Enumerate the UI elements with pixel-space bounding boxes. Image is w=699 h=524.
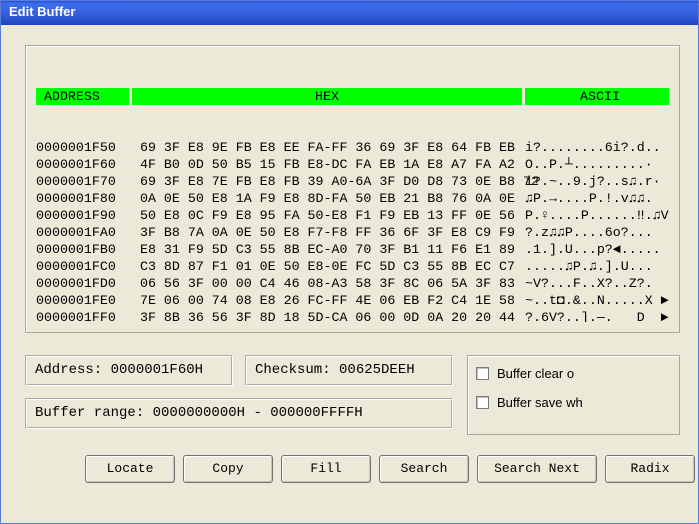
buffer-clear-row[interactable]: Buffer clear o: [476, 366, 671, 381]
button-row: Locate Copy Fill Search Search Next Radi…: [85, 455, 680, 483]
range-value: 0000000000H - 000000FFFFH: [153, 405, 363, 421]
address-value: 0000001F60H: [111, 362, 203, 378]
cell-ascii: ?.6V?..].—. D ►: [525, 309, 669, 322]
hex-row[interactable]: 0000001FB0 E8 31 F9 5D C3 55 8B EC-A0 70…: [36, 241, 669, 258]
hex-view[interactable]: ADDRESS HEX ASCII 0000001F50 69 3F E8 9E…: [36, 54, 669, 322]
checksum-label: Checksum:: [255, 362, 339, 378]
checksum-value: 00625DEEH: [339, 362, 415, 378]
buffer-range-field: Buffer range: 0000000000H - 000000FFFFH: [25, 398, 453, 429]
cell-hex: 7E 06 00 74 08 E8 26 FC-FF 4E 06 EB F2 C…: [132, 292, 522, 309]
cell-ascii: O..P.┴.........·: [525, 156, 669, 173]
header-ascii: ASCII: [525, 88, 669, 105]
hex-row[interactable]: 0000001F60 4F B0 0D 50 B5 15 FB E8-DC FA…: [36, 156, 669, 173]
cell-address: 0000001F70: [36, 173, 129, 190]
cell-hex: 3F 8B 36 56 3F 8D 18 5D-CA 06 00 0D 0A 2…: [132, 309, 522, 322]
cell-hex: 69 3F E8 9E FB E8 EE FA-FF 36 69 3F E8 6…: [132, 139, 522, 156]
edit-buffer-window: Edit Buffer ADDRESS HEX ASCII 0000001F50…: [0, 0, 699, 524]
cell-ascii: ?.z♫♫P....6o?...: [525, 224, 669, 241]
cell-ascii: .....♫P.♫.].U...: [525, 258, 669, 275]
window-title: Edit Buffer: [9, 4, 75, 19]
cell-hex: 4F B0 0D 50 B5 15 FB E8-DC FA EB 1A E8 A…: [132, 156, 522, 173]
cell-hex: 69 3F E8 7E FB E8 FB 39 A0-6A 3F D0 D8 7…: [132, 173, 522, 190]
fill-button[interactable]: Fill: [281, 455, 371, 483]
hex-panel: ADDRESS HEX ASCII 0000001F50 69 3F E8 9E…: [25, 45, 680, 333]
header-address: ADDRESS: [36, 88, 129, 105]
search-next-button[interactable]: Search Next: [477, 455, 597, 483]
cell-ascii: ♫P.→....P.!.v♫♫.: [525, 190, 669, 207]
cell-hex: 3F B8 7A 0A 0E 50 E8 F7-F8 FF 36 6F 3F E…: [132, 224, 522, 241]
cell-hex: C3 8D 87 F1 01 0E 50 E8-0E FC 5D C3 55 8…: [132, 258, 522, 275]
hex-row[interactable]: 0000001F50 69 3F E8 9E FB E8 EE FA-FF 36…: [36, 139, 669, 156]
info-row: Address: 0000001F60H Checksum: 00625DEEH…: [25, 355, 680, 435]
hex-row[interactable]: 0000001FC0 C3 8D 87 F1 01 0E 50 E8-0E FC…: [36, 258, 669, 275]
range-label: Buffer range:: [35, 405, 153, 421]
options-panel: Buffer clear o Buffer save wh: [467, 355, 680, 435]
cell-address: 0000001F50: [36, 139, 129, 156]
copy-button[interactable]: Copy: [183, 455, 273, 483]
cell-ascii: i?........6i?.d..: [525, 139, 669, 156]
checkbox-icon[interactable]: [476, 367, 489, 380]
cell-address: 0000001FA0: [36, 224, 129, 241]
cell-address: 0000001FF0: [36, 309, 129, 322]
address-field: Address: 0000001F60H: [25, 355, 233, 386]
cell-address: 0000001F80: [36, 190, 129, 207]
search-button[interactable]: Search: [379, 455, 469, 483]
checksum-field: Checksum: 00625DEEH: [245, 355, 453, 386]
locate-button[interactable]: Locate: [85, 455, 175, 483]
cell-address: 0000001F90: [36, 207, 129, 224]
cell-hex: 06 56 3F 00 00 C4 46 08-A3 58 3F 8C 06 5…: [132, 275, 522, 292]
addr-chk-row: Address: 0000001F60H Checksum: 00625DEEH: [25, 355, 453, 386]
buffer-save-label: Buffer save wh: [497, 395, 583, 410]
cell-ascii: .1.].U...p?◄.....: [525, 241, 669, 258]
hex-row[interactable]: 0000001F80 0A 0E 50 E8 1A F9 E8 8D-FA 50…: [36, 190, 669, 207]
hex-row[interactable]: 0000001FA0 3F B8 7A 0A 0E 50 E8 F7-F8 FF…: [36, 224, 669, 241]
cell-ascii: ~..t◘.&..N.....X ►: [525, 292, 669, 309]
titlebar: Edit Buffer: [1, 1, 698, 25]
cell-address: 0000001FB0: [36, 241, 129, 258]
hex-row[interactable]: 0000001FE0 7E 06 00 74 08 E8 26 FC-FF 4E…: [36, 292, 669, 309]
cell-ascii: P.♀....P......‼.♫V·: [525, 207, 669, 224]
cell-hex: E8 31 F9 5D C3 55 8B EC-A0 70 3F B1 11 F…: [132, 241, 522, 258]
buffer-save-row[interactable]: Buffer save wh: [476, 395, 671, 410]
header-hex: HEX: [132, 88, 522, 105]
hex-row[interactable]: 0000001FD0 06 56 3F 00 00 C4 46 08-A3 58…: [36, 275, 669, 292]
cell-address: 0000001FD0: [36, 275, 129, 292]
address-label: Address:: [35, 362, 111, 378]
cell-address: 0000001FC0: [36, 258, 129, 275]
buffer-clear-label: Buffer clear o: [497, 366, 574, 381]
content-area: ADDRESS HEX ASCII 0000001F50 69 3F E8 9E…: [1, 25, 698, 493]
cell-address: 0000001F60: [36, 156, 129, 173]
hex-row[interactable]: 0000001F70 69 3F E8 7E FB E8 FB 39 A0-6A…: [36, 173, 669, 190]
cell-ascii: i?.~..9.j?..s♫.r·: [525, 173, 669, 190]
cell-ascii: ~V?...F..X?..Z?.: [525, 275, 669, 292]
cell-hex: 50 E8 0C F9 E8 95 FA 50-E8 F1 F9 EB 13 F…: [132, 207, 522, 224]
cell-address: 0000001FE0: [36, 292, 129, 309]
header-row: ADDRESS HEX ASCII: [36, 88, 669, 105]
cell-hex: 0A 0E 50 E8 1A F9 E8 8D-FA 50 EB 21 B8 7…: [132, 190, 522, 207]
hex-row[interactable]: 0000001FF0 3F 8B 36 56 3F 8D 18 5D-CA 06…: [36, 309, 669, 322]
hex-row[interactable]: 0000001F90 50 E8 0C F9 E8 95 FA 50-E8 F1…: [36, 207, 669, 224]
info-left: Address: 0000001F60H Checksum: 00625DEEH…: [25, 355, 453, 435]
checkbox-icon[interactable]: [476, 396, 489, 409]
radix-button[interactable]: Radix: [605, 455, 695, 483]
